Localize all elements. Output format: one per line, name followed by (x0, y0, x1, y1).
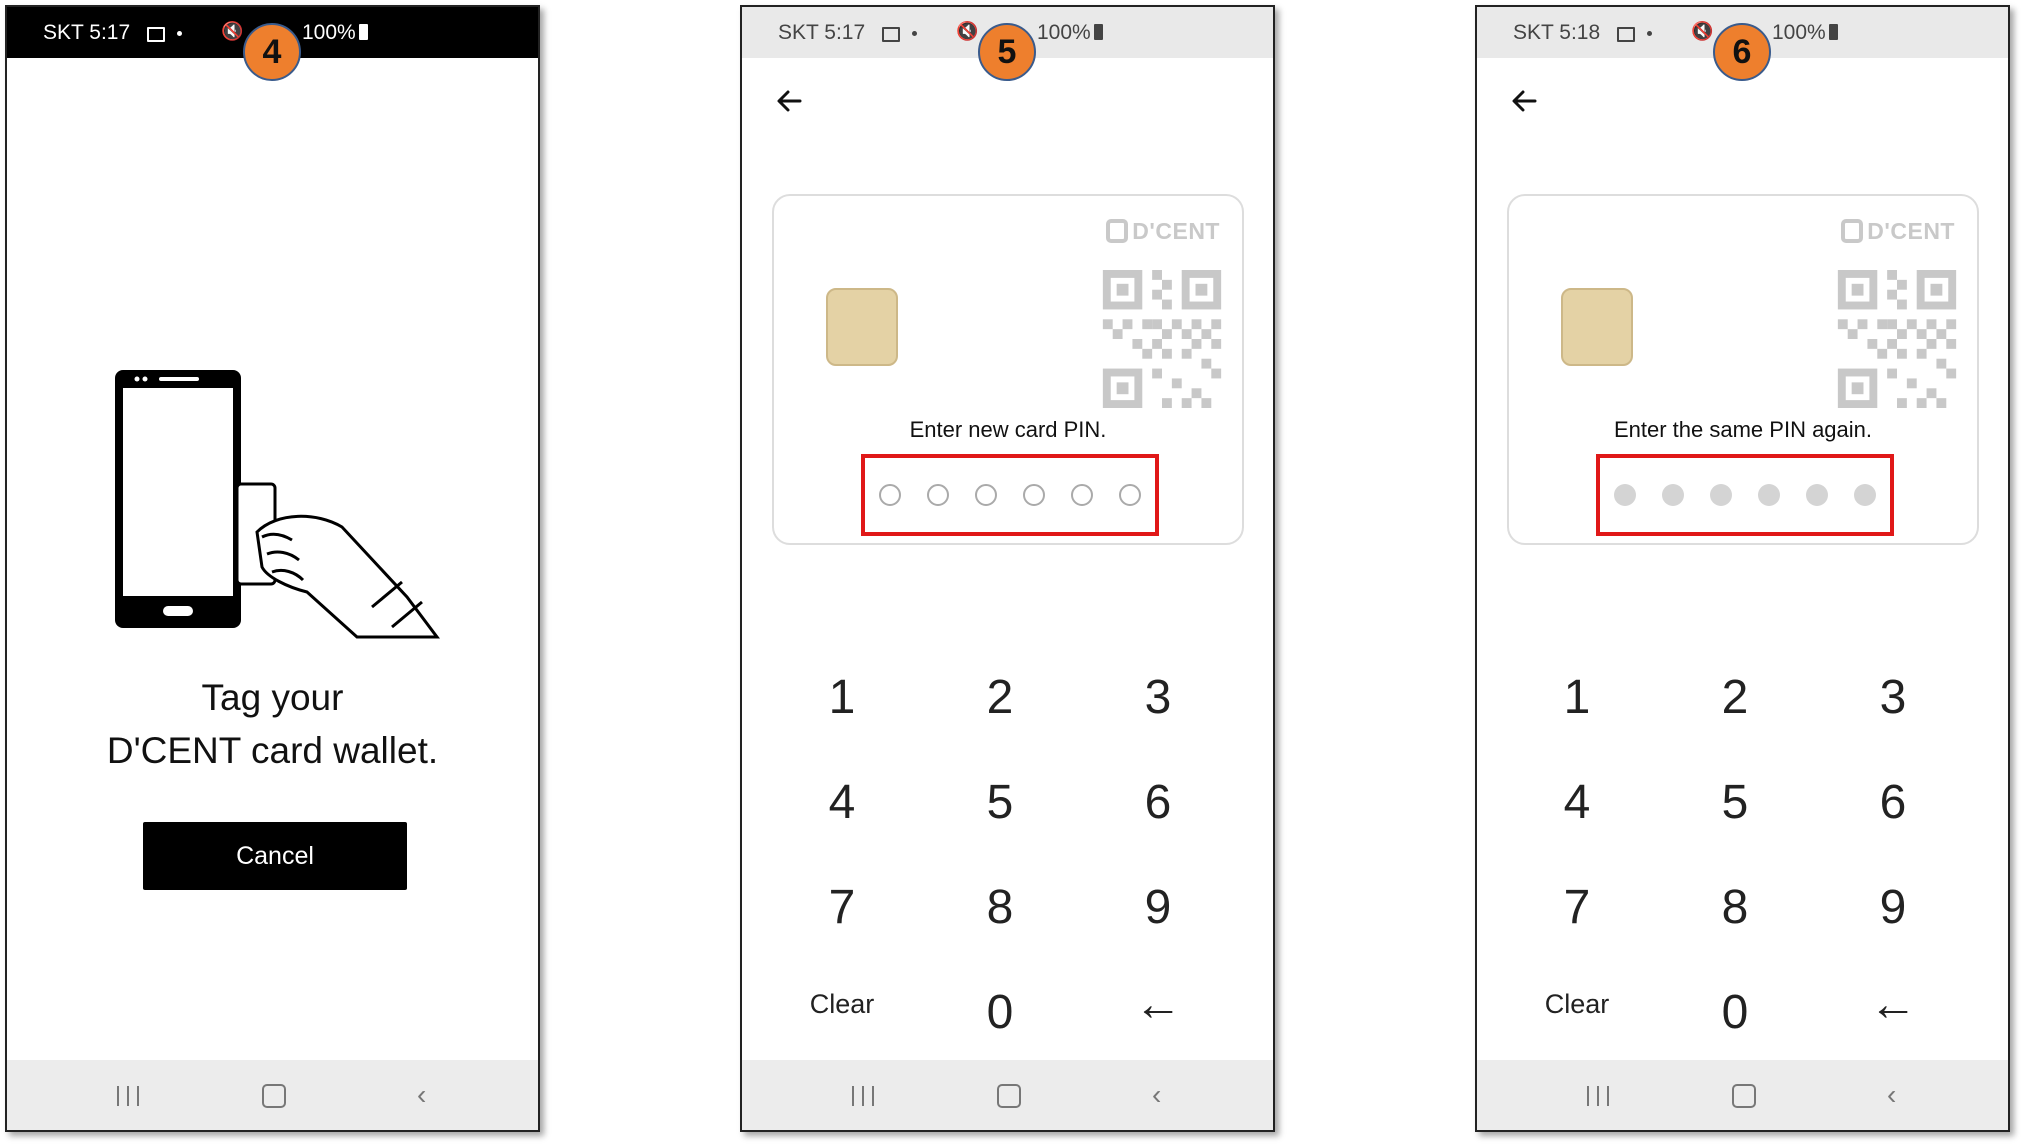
notification-dot-icon (177, 31, 182, 36)
keypad-key-9[interactable]: 9 (1108, 872, 1208, 942)
back-arrow-icon[interactable] (770, 81, 810, 121)
chip-icon (1561, 288, 1633, 366)
notification-dot-icon (1647, 31, 1652, 36)
chip-icon (826, 288, 898, 366)
keypad-key-6[interactable]: 6 (1843, 767, 1943, 837)
keypad-clear-button[interactable]: Clear (792, 969, 892, 1039)
step-badge: 6 (1713, 23, 1771, 81)
tap-card-illustration (115, 370, 440, 639)
phone-screen-confirm-pin: SKT 5:18 🔇 100% 6 D'CENT Enter the same … (1475, 5, 2010, 1132)
keypad-key-5[interactable]: 5 (950, 767, 1050, 837)
card-preview: D'CENT Enter the same PIN again. (1507, 194, 1979, 545)
dcent-logo: D'CENT (1106, 218, 1220, 245)
image-icon (1617, 27, 1635, 42)
keypad-key-8[interactable]: 8 (950, 872, 1050, 942)
system-nav-bar: ‹ (742, 1060, 1273, 1130)
cancel-button[interactable]: Cancel (143, 822, 407, 890)
mute-icon: 🔇 (1691, 21, 1714, 41)
dcent-logo-text: D'CENT (1867, 218, 1955, 244)
keypad-key-8[interactable]: 8 (1685, 872, 1785, 942)
pin-prompt: Enter the same PIN again. (1613, 417, 1873, 442)
keypad-key-9[interactable]: 9 (1843, 872, 1943, 942)
tag-instruction-line2: D'CENT card wallet. (106, 730, 439, 771)
nav-recent-icon[interactable] (1587, 1086, 1609, 1106)
back-arrow-icon[interactable] (1505, 81, 1545, 121)
dcent-logo-icon (1106, 219, 1129, 243)
pin-dot (1614, 484, 1636, 506)
pin-dot (1023, 484, 1045, 506)
nav-home-icon[interactable] (997, 1084, 1021, 1108)
pin-dot (1806, 484, 1828, 506)
pin-dot (975, 484, 997, 506)
battery-icon (1094, 24, 1103, 40)
pin-indicator (861, 454, 1159, 536)
status-carrier-time: SKT 5:18 (1513, 21, 1601, 44)
pin-dot (1710, 484, 1732, 506)
nav-back-icon[interactable]: ‹ (1887, 1079, 1896, 1111)
pin-dot (1071, 484, 1093, 506)
status-battery: 100% (1037, 21, 1091, 44)
tag-instruction-line1: Tag your (201, 677, 344, 718)
keypad-clear-button[interactable]: Clear (1527, 969, 1627, 1039)
keypad-key-1[interactable]: 1 (792, 662, 892, 732)
keypad-key-0[interactable]: 0 (950, 977, 1050, 1047)
status-battery: 100% (302, 21, 356, 44)
pin-indicator (1596, 454, 1894, 536)
pin-dot (1119, 484, 1141, 506)
keypad-backspace-button[interactable]: ← (1843, 969, 1943, 1039)
status-carrier-time: SKT 5:17 (43, 21, 131, 44)
keypad-key-5[interactable]: 5 (1685, 767, 1785, 837)
keypad-key-3[interactable]: 3 (1108, 662, 1208, 732)
battery-icon (1829, 24, 1838, 40)
mute-icon: 🔇 (956, 21, 979, 41)
keypad-backspace-button[interactable]: ← (1108, 969, 1208, 1039)
pin-dot (1662, 484, 1684, 506)
image-icon (147, 27, 165, 42)
nav-back-icon[interactable]: ‹ (417, 1079, 426, 1111)
pin-dot (927, 484, 949, 506)
status-battery: 100% (1772, 21, 1826, 44)
nav-home-icon[interactable] (1732, 1084, 1756, 1108)
keypad-key-2[interactable]: 2 (1685, 662, 1785, 732)
status-carrier-time: SKT 5:17 (778, 21, 866, 44)
keypad-key-4[interactable]: 4 (792, 767, 892, 837)
dcent-logo-text: D'CENT (1132, 218, 1220, 244)
nav-back-icon[interactable]: ‹ (1152, 1079, 1161, 1111)
phone-screen-new-pin: SKT 5:17 🔇 100% 5 D'CENT Enter new card … (740, 5, 1275, 1132)
keypad-key-2[interactable]: 2 (950, 662, 1050, 732)
notification-dot-icon (912, 31, 917, 36)
pin-dot (1854, 484, 1876, 506)
dcent-logo-icon (1841, 219, 1864, 243)
keypad-key-0[interactable]: 0 (1685, 977, 1785, 1047)
image-icon (882, 27, 900, 42)
nav-recent-icon[interactable] (117, 1086, 139, 1106)
card-preview: D'CENT Enter new card PIN. (772, 194, 1244, 545)
step-badge: 5 (978, 23, 1036, 81)
qr-code-icon (1837, 270, 1957, 408)
keypad-key-7[interactable]: 7 (1527, 872, 1627, 942)
pin-prompt: Enter new card PIN. (909, 417, 1107, 442)
system-nav-bar: ‹ (7, 1060, 538, 1130)
keypad-key-6[interactable]: 6 (1108, 767, 1208, 837)
step-badge: 4 (243, 23, 301, 81)
qr-code-icon (1102, 270, 1222, 408)
nav-home-icon[interactable] (262, 1084, 286, 1108)
keypad-key-4[interactable]: 4 (1527, 767, 1627, 837)
keypad-key-1[interactable]: 1 (1527, 662, 1627, 732)
mute-icon: 🔇 (221, 21, 244, 41)
nav-recent-icon[interactable] (852, 1086, 874, 1106)
phone-screen-tag-card: SKT 5:17 🔇 100% 4 Tag your D'CENT card w… (5, 5, 540, 1132)
pin-dot (879, 484, 901, 506)
system-nav-bar: ‹ (1477, 1060, 2008, 1130)
keypad-key-7[interactable]: 7 (792, 872, 892, 942)
pin-dot (1758, 484, 1780, 506)
battery-icon (359, 24, 368, 40)
keypad-key-3[interactable]: 3 (1843, 662, 1943, 732)
dcent-logo: D'CENT (1841, 218, 1955, 245)
